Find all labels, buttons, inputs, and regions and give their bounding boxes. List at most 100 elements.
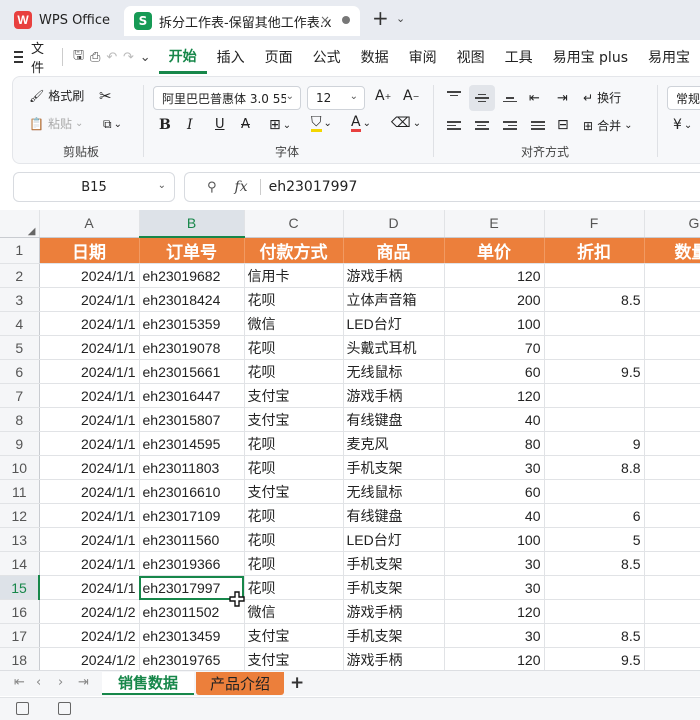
borders-icon[interactable]: ⊞ ⌄ — [269, 117, 291, 133]
product-cell[interactable]: 游戏手柄 — [343, 599, 445, 624]
empty-cell[interactable] — [644, 287, 700, 312]
payment-cell[interactable]: 微信 — [244, 599, 344, 624]
empty-cell[interactable] — [644, 551, 700, 576]
align-center-icon[interactable] — [475, 121, 489, 130]
product-cell[interactable]: 手机支架 — [343, 455, 445, 480]
discount-cell[interactable] — [544, 263, 645, 288]
product-cell[interactable]: 无线鼠标 — [343, 359, 445, 384]
product-cell[interactable]: 游戏手柄 — [343, 263, 445, 288]
row-header[interactable]: 9 — [0, 431, 40, 456]
align-middle-icon[interactable] — [469, 85, 495, 111]
wrap-text-button[interactable]: ↵ 换行 — [583, 89, 621, 106]
product-cell[interactable]: 手机支架 — [343, 623, 445, 648]
zoom-search-icon[interactable]: ⚲ — [207, 180, 217, 195]
row-header[interactable]: 13 — [0, 527, 40, 552]
align-left-icon[interactable] — [447, 121, 461, 130]
empty-cell[interactable] — [644, 623, 700, 648]
header-cell[interactable]: 数量 — [644, 237, 700, 264]
discount-cell[interactable] — [544, 335, 645, 360]
discount-cell[interactable] — [544, 479, 645, 504]
date-cell[interactable]: 2024/1/1 — [39, 359, 140, 384]
price-cell[interactable]: 40 — [444, 503, 545, 528]
price-cell[interactable]: 60 — [444, 359, 545, 384]
order-cell[interactable]: eh23015661 — [139, 359, 245, 384]
last-sheet-icon[interactable]: ⇥ — [78, 675, 89, 690]
distribute-icon[interactable]: ⊟ — [557, 117, 569, 133]
discount-cell[interactable] — [544, 311, 645, 336]
formula-bar[interactable]: ⚲ fx eh23017997 — [184, 172, 700, 202]
copy-icon[interactable]: ⧉ ⌄ — [103, 117, 122, 132]
payment-cell[interactable]: 花呗 — [244, 431, 344, 456]
discount-cell[interactable]: 6 — [544, 503, 645, 528]
payment-cell[interactable]: 支付宝 — [244, 383, 344, 408]
empty-cell[interactable] — [644, 575, 700, 600]
row-header[interactable]: 4 — [0, 311, 40, 336]
decrease-indent-icon[interactable]: ⇤ — [529, 91, 540, 106]
bold-icon[interactable]: B — [159, 117, 171, 133]
price-cell[interactable]: 30 — [444, 455, 545, 480]
price-cell[interactable]: 120 — [444, 599, 545, 624]
underline-icon[interactable]: U — [215, 117, 225, 132]
discount-cell[interactable]: 8.5 — [544, 287, 645, 312]
column-header[interactable]: F — [544, 210, 645, 238]
order-cell[interactable]: eh23016447 — [139, 383, 245, 408]
date-cell[interactable]: 2024/1/1 — [39, 263, 140, 288]
product-cell[interactable]: 手机支架 — [343, 551, 445, 576]
empty-cell[interactable] — [644, 455, 700, 480]
price-cell[interactable]: 120 — [444, 647, 545, 670]
menu-easyuse-plus[interactable]: 易用宝 plus — [543, 40, 638, 74]
payment-cell[interactable]: 支付宝 — [244, 623, 344, 648]
menu-insert[interactable]: 插入 — [207, 40, 255, 74]
row-header[interactable]: 8 — [0, 407, 40, 432]
menu-view[interactable]: 视图 — [447, 40, 495, 74]
date-cell[interactable]: 2024/1/1 — [39, 311, 140, 336]
column-header[interactable]: B — [139, 210, 245, 238]
sheet-tab-sales[interactable]: 销售数据 — [102, 672, 194, 695]
product-cell[interactable]: 立体声音箱 — [343, 287, 445, 312]
product-cell[interactable]: 有线键盘 — [343, 503, 445, 528]
date-cell[interactable]: 2024/1/1 — [39, 527, 140, 552]
column-header[interactable]: C — [244, 210, 344, 238]
name-box[interactable]: B15 ⌄ — [13, 172, 175, 202]
product-cell[interactable]: 游戏手柄 — [343, 383, 445, 408]
payment-cell[interactable]: 花呗 — [244, 575, 344, 600]
discount-cell[interactable] — [544, 599, 645, 624]
discount-cell[interactable]: 9.5 — [544, 647, 645, 670]
next-sheet-icon[interactable]: › — [58, 675, 63, 690]
payment-cell[interactable]: 花呗 — [244, 551, 344, 576]
discount-cell[interactable]: 9 — [544, 431, 645, 456]
empty-cell[interactable] — [644, 359, 700, 384]
tab-document[interactable]: S 拆分工作表-保留其他工作表.x × — [124, 6, 360, 36]
order-cell[interactable]: eh23019682 — [139, 263, 245, 288]
header-cell[interactable]: 付款方式 — [244, 237, 344, 264]
chevron-down-icon[interactable]: ⌄ — [396, 12, 405, 25]
hamburger-icon[interactable] — [14, 51, 23, 63]
empty-cell[interactable] — [644, 647, 700, 670]
save-icon[interactable]: 🖫 — [70, 46, 87, 68]
product-cell[interactable]: 头戴式耳机 — [343, 335, 445, 360]
header-cell[interactable]: 商品 — [343, 237, 445, 264]
order-cell[interactable]: eh23013459 — [139, 623, 245, 648]
menu-file[interactable]: 文件 — [31, 38, 48, 76]
date-cell[interactable]: 2024/1/2 — [39, 599, 140, 624]
order-cell[interactable]: eh23015359 — [139, 311, 245, 336]
print-preview-icon[interactable]: ⎙ — [87, 50, 104, 65]
empty-cell[interactable] — [644, 479, 700, 504]
align-right-icon[interactable] — [503, 121, 517, 130]
currency-icon[interactable]: ¥ ⌄ — [673, 117, 692, 133]
page-view-icon[interactable] — [58, 702, 71, 715]
discount-cell[interactable]: 8.8 — [544, 455, 645, 480]
payment-cell[interactable]: 花呗 — [244, 503, 344, 528]
payment-cell[interactable]: 支付宝 — [244, 407, 344, 432]
tab-wps-office[interactable]: W WPS Office — [6, 6, 118, 34]
cut-icon[interactable]: ✂ — [99, 87, 112, 105]
menu-home[interactable]: 开始 — [158, 40, 207, 74]
payment-cell[interactable]: 花呗 — [244, 287, 344, 312]
fx-icon[interactable]: fx — [235, 179, 248, 195]
macro-icon[interactable] — [16, 702, 29, 715]
date-cell[interactable]: 2024/1/1 — [39, 455, 140, 480]
empty-cell[interactable] — [644, 335, 700, 360]
date-cell[interactable]: 2024/1/1 — [39, 479, 140, 504]
product-cell[interactable]: LED台灯 — [343, 311, 445, 336]
payment-cell[interactable]: 花呗 — [244, 455, 344, 480]
